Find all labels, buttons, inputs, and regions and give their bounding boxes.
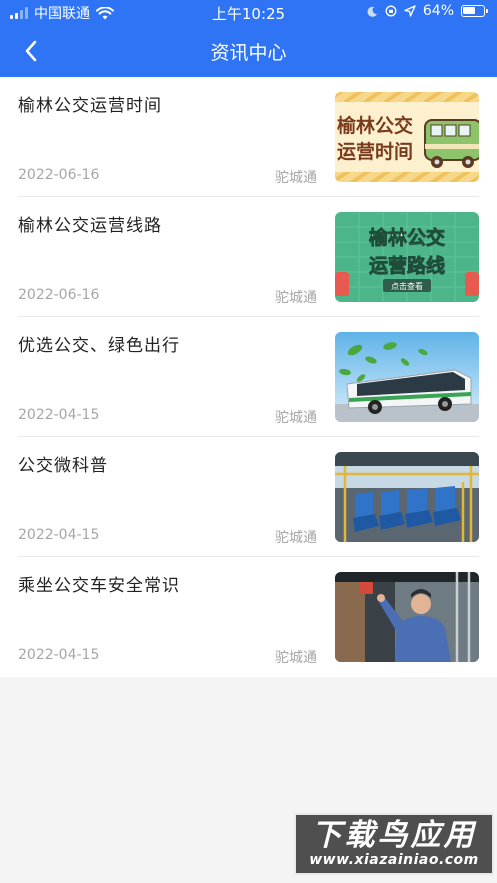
article-item[interactable]: 乘坐公交车安全常识 2022-04-15 驼城通 <box>18 557 479 677</box>
article-thumbnail <box>335 572 479 662</box>
moon-icon <box>367 6 377 17</box>
article-item[interactable]: 优选公交、绿色出行 2022-04-15 驼城通 <box>18 317 479 437</box>
article-date: 2022-06-16 <box>18 167 100 183</box>
article-date: 2022-04-15 <box>18 647 100 663</box>
article-item[interactable]: 公交微科普 2022-04-15 驼城通 <box>18 437 479 557</box>
battery-icon <box>461 5 488 17</box>
article-thumbnail <box>335 332 479 422</box>
article-source: 驼城通 <box>275 410 317 426</box>
location-arrow-icon <box>404 5 416 17</box>
status-bar: 中国联通 上午10:25 64% <box>0 0 497 24</box>
article-source: 驼城通 <box>275 650 317 666</box>
article-thumbnail <box>335 452 479 542</box>
article-source: 驼城通 <box>275 170 317 186</box>
article-title: 公交微科普 <box>18 456 108 476</box>
article-source: 驼城通 <box>275 290 317 306</box>
watermark-title: 下载鸟应用 <box>311 818 477 853</box>
article-source: 驼城通 <box>275 530 317 546</box>
article-list: 榆林公交运营时间 2022-06-16 驼城通 榆林公交 运营时间 榆林公交运营… <box>0 77 497 677</box>
watermark: 下载鸟应用 www.xiazainiao.com <box>294 813 494 875</box>
article-thumbnail: 榆林公交 运营路线 点击查看 <box>335 212 479 302</box>
article-date: 2022-04-15 <box>18 407 100 423</box>
article-item[interactable]: 榆林公交运营线路 2022-06-16 驼城通 榆林公交 运营路线 点击查看 <box>18 197 479 317</box>
article-date: 2022-04-15 <box>18 527 100 543</box>
article-title: 榆林公交运营线路 <box>18 216 162 236</box>
thumb-text-line-2: 运营时间 <box>337 140 413 163</box>
thumb-text-line-1: 榆林公交 <box>369 226 445 249</box>
top-bar: 中国联通 上午10:25 64% 资讯中心 <box>0 0 497 77</box>
article-title: 榆林公交运营时间 <box>18 96 162 116</box>
article-title: 乘坐公交车安全常识 <box>18 576 180 596</box>
article-date: 2022-06-16 <box>18 287 100 303</box>
orientation-lock-icon <box>385 5 397 17</box>
thumb-text-line-1: 榆林公交 <box>337 114 413 137</box>
article-thumbnail: 榆林公交 运营时间 <box>335 92 479 182</box>
battery-percent: 64% <box>422 3 454 19</box>
nav-bar: 资讯中心 <box>0 24 497 77</box>
article-title: 优选公交、绿色出行 <box>18 336 180 356</box>
thumb-text-line-2: 运营路线 <box>369 254 445 277</box>
thumb-button-label: 点击查看 <box>391 281 423 291</box>
watermark-url: www.xiazainiao.com <box>309 852 479 868</box>
article-item[interactable]: 榆林公交运营时间 2022-06-16 驼城通 榆林公交 运营时间 <box>18 77 479 197</box>
page-title: 资讯中心 <box>210 42 287 64</box>
